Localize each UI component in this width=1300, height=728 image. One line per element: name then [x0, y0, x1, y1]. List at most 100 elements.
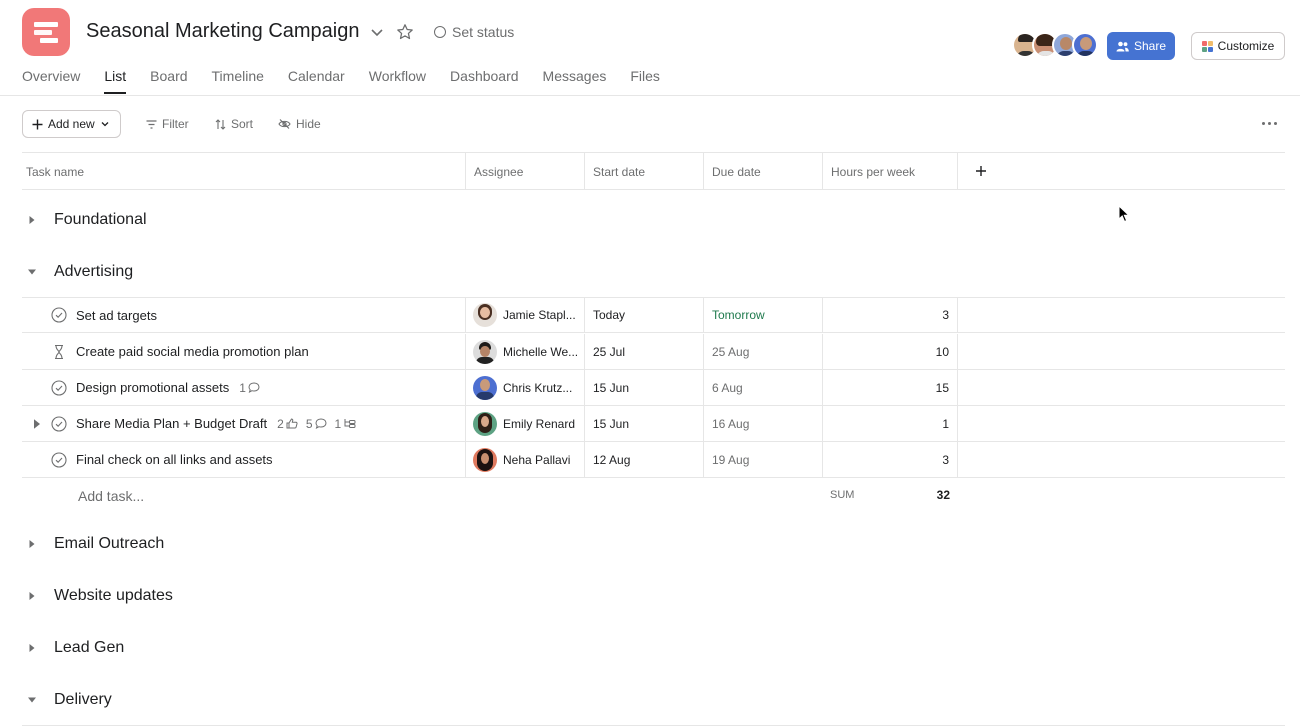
tab-list[interactable]: List — [104, 68, 126, 94]
column-start-date[interactable]: Start date — [585, 153, 704, 190]
tab-timeline[interactable]: Timeline — [212, 68, 264, 94]
due-date-cell[interactable]: 6 Aug — [704, 370, 823, 405]
like-count[interactable]: 2 — [277, 417, 298, 431]
member-avatars[interactable] — [1012, 32, 1098, 58]
start-date-cell[interactable]: 12 Aug — [585, 442, 704, 477]
avatar[interactable] — [1072, 32, 1098, 58]
people-icon — [1116, 41, 1129, 51]
table-row[interactable]: Share Media Plan + Budget Draft 2 5 1 Em… — [22, 406, 1285, 442]
project-icon[interactable] — [22, 8, 70, 56]
add-new-button[interactable]: Add new — [22, 110, 121, 138]
start-date-cell[interactable]: 25 Jul — [585, 334, 704, 369]
comment-icon — [248, 382, 260, 393]
filter-icon — [146, 119, 157, 129]
subtask-icon — [344, 419, 356, 428]
sum-label[interactable]: SUM — [830, 489, 854, 501]
comment-count[interactable]: 5 — [306, 417, 327, 431]
assignee-cell[interactable]: Emily Renard — [466, 406, 585, 441]
table-row[interactable]: Set ad targets Jamie Stapl... Today Tomo… — [22, 297, 1285, 333]
tab-messages[interactable]: Messages — [543, 68, 607, 94]
sort-icon — [215, 118, 226, 130]
task-name-cell[interactable]: Final check on all links and assets — [22, 442, 466, 477]
hours-cell[interactable]: 3 — [823, 442, 958, 477]
sort-button[interactable]: Sort — [215, 117, 253, 131]
task-name-cell[interactable]: Set ad targets — [22, 298, 466, 332]
assignee-cell[interactable]: Jamie Stapl... — [466, 298, 585, 332]
due-date-cell[interactable]: 25 Aug — [704, 334, 823, 369]
assignee-name: Neha Pallavi — [503, 452, 571, 467]
task-name-cell[interactable]: Design promotional assets 1 — [22, 370, 466, 405]
assignee-cell[interactable]: Chris Krutz... — [466, 370, 585, 405]
section-foundational[interactable]: Foundational — [22, 210, 147, 230]
hide-button[interactable]: Hide — [278, 117, 321, 131]
caret-right-icon[interactable] — [22, 638, 42, 658]
set-status-label: Set status — [452, 24, 515, 40]
caret-right-icon[interactable] — [22, 586, 42, 606]
eye-slash-icon — [278, 119, 291, 129]
tab-overview[interactable]: Overview — [22, 68, 80, 94]
add-task-button[interactable]: Add task... — [78, 488, 144, 504]
task-name: Final check on all links and assets — [76, 452, 273, 467]
task-name: Share Media Plan + Budget Draft — [76, 416, 268, 431]
caret-down-icon[interactable] — [22, 262, 42, 282]
chevron-down-icon[interactable] — [369, 24, 385, 40]
comment-count[interactable]: 1 — [239, 381, 260, 395]
section-advertising[interactable]: Advertising — [22, 262, 133, 282]
hours-cell[interactable]: 3 — [823, 298, 958, 332]
add-new-label: Add new — [48, 117, 95, 131]
check-circle-icon[interactable] — [51, 307, 67, 323]
column-hours[interactable]: Hours per week — [823, 153, 958, 190]
assignee-cell[interactable]: Michelle We... — [466, 334, 585, 369]
plus-icon — [32, 119, 43, 129]
start-date-cell[interactable]: 15 Jun — [585, 406, 704, 441]
hide-label: Hide — [296, 117, 321, 131]
caret-right-icon[interactable] — [22, 534, 42, 554]
tab-workflow[interactable]: Workflow — [369, 68, 426, 94]
star-icon[interactable] — [396, 23, 414, 41]
tab-calendar[interactable]: Calendar — [288, 68, 345, 94]
due-date-cell[interactable]: 19 Aug — [704, 442, 823, 477]
hours-cell[interactable]: 1 — [823, 406, 958, 441]
due-date-cell[interactable]: 16 Aug — [704, 406, 823, 441]
table-row[interactable]: Design promotional assets 1 Chris Krutz.… — [22, 370, 1285, 406]
due-date-cell[interactable]: Tomorrow — [704, 298, 823, 332]
hours-cell[interactable]: 10 — [823, 334, 958, 369]
section-title: Website updates — [54, 587, 173, 604]
table-row[interactable]: Final check on all links and assets Neha… — [22, 442, 1285, 478]
start-date-cell[interactable]: 15 Jun — [585, 370, 704, 405]
thumbs-up-icon — [286, 418, 298, 429]
customize-button[interactable]: Customize — [1191, 32, 1285, 60]
check-circle-icon[interactable] — [51, 415, 67, 432]
hours-cell[interactable]: 15 — [823, 370, 958, 405]
share-button[interactable]: Share — [1107, 32, 1175, 60]
subtask-count[interactable]: 1 — [335, 417, 357, 431]
caret-down-icon[interactable] — [22, 690, 42, 710]
section-delivery[interactable]: Delivery — [22, 690, 112, 710]
section-website-updates[interactable]: Website updates — [22, 586, 173, 606]
task-name-cell[interactable]: Share Media Plan + Budget Draft 2 5 1 — [22, 406, 466, 441]
add-column-icon[interactable] — [974, 164, 988, 178]
table-row[interactable]: Create paid social media promotion plan … — [22, 334, 1285, 370]
check-circle-icon[interactable] — [51, 379, 67, 396]
caret-right-icon[interactable] — [22, 210, 42, 230]
start-date-cell[interactable]: Today — [585, 298, 704, 332]
column-due-date[interactable]: Due date — [704, 153, 823, 190]
tab-board[interactable]: Board — [150, 68, 187, 94]
section-lead-gen[interactable]: Lead Gen — [22, 638, 124, 658]
section-email-outreach[interactable]: Email Outreach — [22, 534, 164, 554]
more-options-icon[interactable] — [1262, 116, 1280, 130]
avatar — [473, 411, 497, 436]
hourglass-icon[interactable] — [51, 344, 67, 360]
task-name-cell[interactable]: Create paid social media promotion plan — [22, 334, 466, 369]
project-title[interactable]: Seasonal Marketing Campaign — [86, 20, 360, 43]
filter-button[interactable]: Filter — [146, 117, 189, 131]
assignee-cell[interactable]: Neha Pallavi — [466, 442, 585, 477]
tab-dashboard[interactable]: Dashboard — [450, 68, 519, 94]
column-task-name[interactable]: Task name — [22, 153, 466, 190]
column-assignee[interactable]: Assignee — [466, 153, 585, 190]
section-title: Advertising — [54, 263, 134, 280]
set-status-button[interactable]: Set status — [434, 24, 514, 40]
check-circle-icon[interactable] — [51, 451, 67, 468]
tab-files[interactable]: Files — [630, 68, 660, 94]
task-name: Create paid social media promotion plan — [76, 344, 309, 359]
